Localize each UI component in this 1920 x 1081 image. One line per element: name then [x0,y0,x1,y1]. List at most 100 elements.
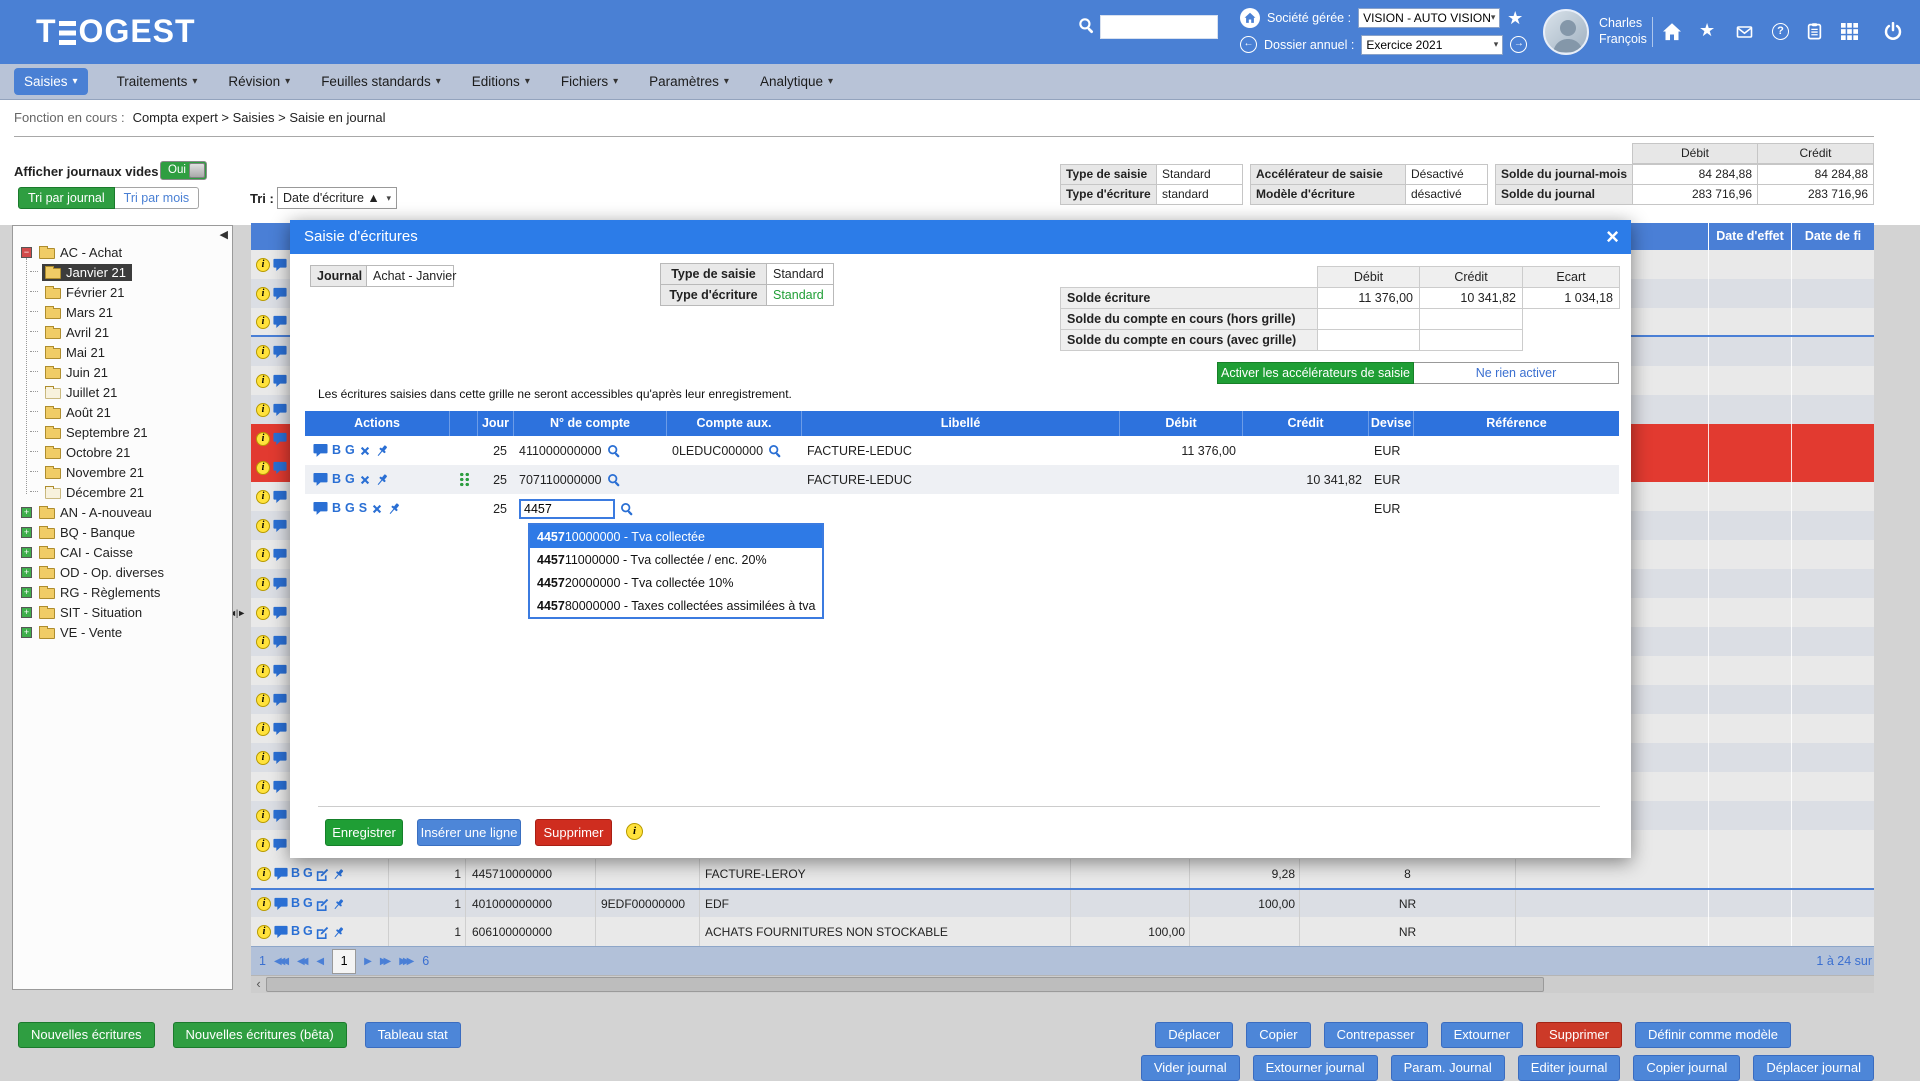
comment-icon[interactable] [274,866,288,881]
global-search-input[interactable] [1100,15,1218,39]
delete-button[interactable]: Supprimer [535,819,612,846]
info-icon[interactable] [256,635,270,649]
search-account-icon[interactable] [607,472,621,487]
menu-item[interactable]: Fichiers [559,68,620,95]
next-page-icon[interactable]: ▶ [364,956,372,967]
comment-icon[interactable] [313,501,328,516]
comment-icon[interactable] [273,663,287,678]
collapse-sidebar-icon[interactable] [220,228,228,241]
footer-button[interactable]: Extourner [1441,1022,1523,1048]
tree-journal-item[interactable]: RG - Règlements [21,582,232,602]
b-action-icon[interactable]: B [291,897,300,910]
b-action-icon[interactable]: B [332,444,341,457]
account-suggestion[interactable]: 445720000000 - Tva collectée 10% [530,571,822,594]
menu-item[interactable]: Traitements [115,68,200,95]
info-icon[interactable] [256,287,270,301]
footer-button[interactable]: Param. Journal [1391,1055,1505,1081]
menu-item[interactable]: Révision [226,68,292,95]
footer-button[interactable]: Editer journal [1518,1055,1621,1081]
info-icon[interactable] [256,374,270,388]
b-action-icon[interactable]: B [332,473,341,486]
info-icon[interactable] [256,664,270,678]
col-date-effet[interactable]: Date d'effet [1708,223,1791,250]
comment-icon[interactable] [273,721,287,736]
comment-icon[interactable] [273,605,287,620]
tree-month-item[interactable]: Août 21 [38,402,232,422]
footer-button[interactable]: Supprimer [1536,1022,1622,1048]
help-icon[interactable] [1772,23,1789,40]
account-suggestion[interactable]: 445710000000 - Tva collectée [530,525,822,548]
favorite-star-icon[interactable] [1507,9,1523,27]
menu-item[interactable]: Paramètres [647,68,731,95]
tree-month-item[interactable]: Décembre 21 [38,482,232,502]
comment-icon[interactable] [273,779,287,794]
b-action-icon[interactable]: B [291,925,300,938]
tree-month-item[interactable]: Mars 21 [38,302,232,322]
comment-icon[interactable] [273,634,287,649]
save-button[interactable]: Enregistrer [325,819,403,846]
first-page-icon[interactable]: ◀◀◀ [274,956,289,967]
comment-icon[interactable] [273,344,287,359]
search-aux-icon[interactable] [768,443,782,458]
delete-line-icon[interactable] [371,502,383,516]
comment-icon[interactable] [273,314,287,329]
tree-month-item[interactable]: Avril 21 [38,322,232,342]
info-icon[interactable] [256,606,270,620]
pin-icon[interactable] [375,443,389,458]
tree-month-item[interactable]: Septembre 21 [38,422,232,442]
show-empty-journals-toggle[interactable]: Oui [160,161,207,180]
b-action-icon[interactable]: B [332,502,341,515]
edit-icon[interactable] [316,924,329,938]
edit-icon[interactable] [316,866,329,880]
info-icon[interactable] [256,780,270,794]
tree-month-item[interactable]: Juillet 21 [38,382,232,402]
comment-icon[interactable] [313,443,328,458]
info-icon[interactable] [256,258,270,272]
company-home-icon[interactable] [1240,8,1260,28]
info-icon[interactable] [256,432,270,446]
sort-by-journal-button[interactable]: Tri par journal [18,187,115,209]
comment-icon[interactable] [273,576,287,591]
account-suggestion[interactable]: 445780000000 - Taxes collectées assimilé… [530,594,822,617]
footer-button[interactable]: Copier journal [1633,1055,1740,1081]
horizontal-scrollbar[interactable] [251,975,1874,993]
s-action-icon[interactable]: S [359,502,367,515]
footer-button[interactable]: Tableau stat [365,1022,461,1048]
last-page-icon[interactable]: ▶▶▶ [399,956,414,967]
expand-node-icon[interactable] [21,587,32,598]
footer-button[interactable]: Extourner journal [1253,1055,1378,1081]
g-action-icon[interactable]: G [303,897,313,910]
g-action-icon[interactable]: G [303,867,313,880]
table-row[interactable]: B G 1 401000000000 9EDF00000000 EDF 100,… [251,888,1874,917]
info-icon[interactable] [257,925,271,939]
tree-journal-item[interactable]: OD - Op. diverses [21,562,232,582]
comment-icon[interactable] [273,373,287,388]
comment-icon[interactable] [274,924,288,939]
info-icon[interactable] [256,461,270,475]
grid-row[interactable]: B G 25 411000000000 0LEDUC000000 FACTURE… [305,436,1619,465]
info-icon[interactable] [256,403,270,417]
societe-select[interactable]: VISION - AUTO VISION▾ [1358,8,1500,28]
footer-button[interactable]: Vider journal [1141,1055,1240,1081]
tree-journal-item[interactable]: VE - Vente [21,622,232,642]
footer-button[interactable]: Copier [1246,1022,1310,1048]
current-page-box[interactable]: 1 [332,949,356,974]
tree-month-item[interactable]: Janvier 21 [38,262,232,282]
sort-by-month-button[interactable]: Tri par mois [115,187,200,209]
info-icon[interactable] [256,519,270,533]
comment-icon[interactable] [273,257,287,272]
grid-row-editing[interactable]: B G S 25 EUR [305,494,1619,523]
g-action-icon[interactable]: G [345,473,355,486]
expand-node-icon[interactable] [21,567,32,578]
drag-handle[interactable] [459,472,470,487]
footer-button[interactable]: Nouvelles écritures (bêta) [173,1022,347,1048]
delete-line-icon[interactable] [359,473,371,487]
comment-icon[interactable] [273,837,287,852]
info-icon[interactable] [256,751,270,765]
activate-accelerators-button[interactable]: Activer les accélérateurs de saisie [1217,362,1414,384]
last-page-number[interactable]: 6 [422,954,429,968]
pin-icon[interactable] [332,866,345,880]
table-row[interactable]: B G 1 606100000000 ACHATS FOURNITURES NO… [251,917,1874,946]
info-icon[interactable] [256,722,270,736]
next-year-icon[interactable] [1510,36,1527,53]
